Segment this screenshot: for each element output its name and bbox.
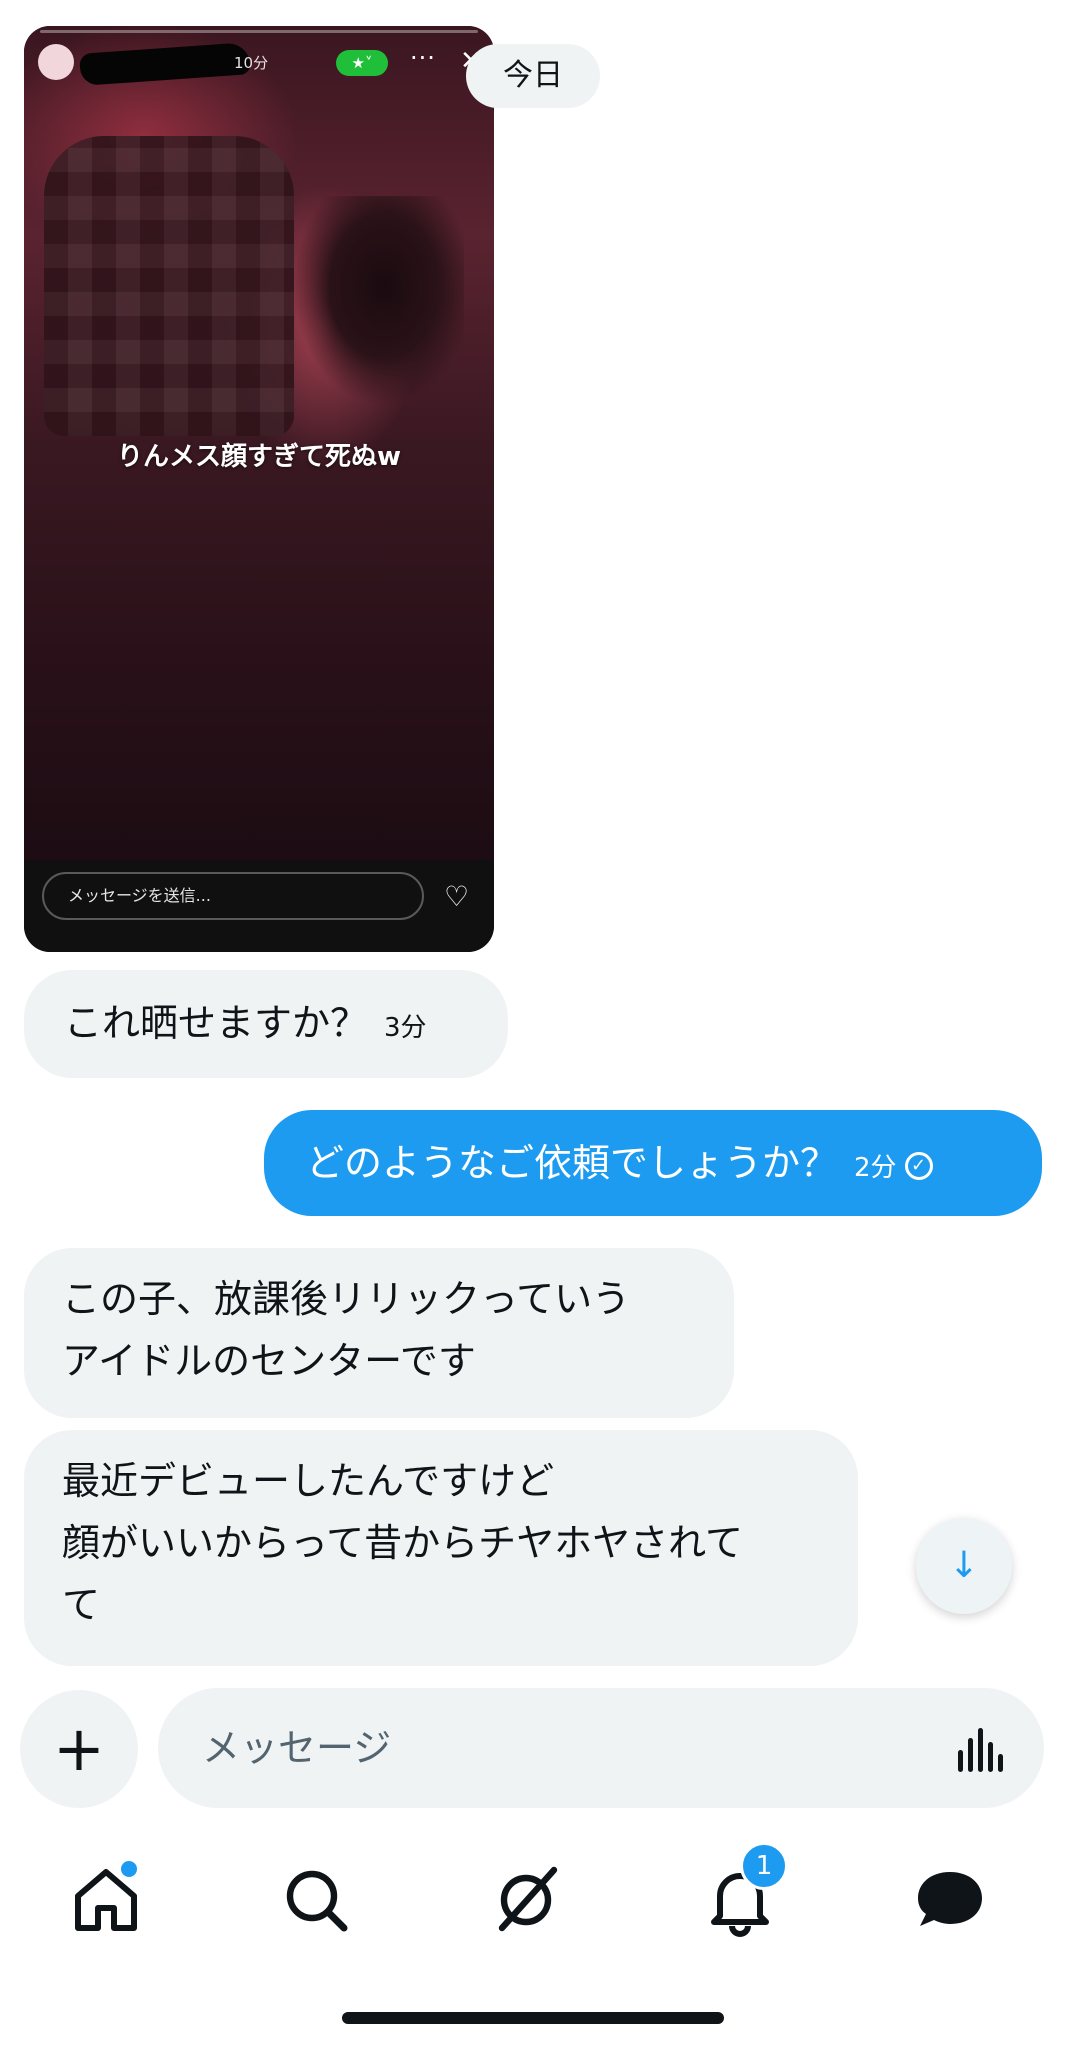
story-figure: [294, 196, 464, 556]
close-friends-star-icon: ★˅: [336, 50, 388, 76]
tab-messages[interactable]: [910, 1860, 990, 1940]
message-line: アイドルのセンターです: [62, 1339, 476, 1383]
message-text: どのようなご依頼でしょうか？: [306, 1141, 839, 1185]
arrow-down-icon: ↓: [948, 1545, 980, 1586]
more-icon: ···: [410, 44, 436, 72]
avatar: [38, 44, 74, 80]
message-time: 3分: [384, 1013, 427, 1043]
search-icon: [286, 1870, 348, 1932]
heart-icon: ♡: [444, 880, 470, 913]
notification-count-badge: 1: [740, 1842, 788, 1890]
tab-grok[interactable]: [486, 1860, 566, 1940]
message-line: この子、放課後リリックっていう: [62, 1277, 631, 1321]
date-divider: 今日: [466, 44, 600, 108]
read-check-icon: ✓: [904, 1151, 933, 1180]
story-progress-bar: [40, 30, 478, 33]
voice-message-icon[interactable]: [958, 1728, 1008, 1772]
plus-icon: +: [53, 1712, 105, 1785]
scroll-to-bottom-button[interactable]: ↓: [916, 1518, 1012, 1614]
message-bubble-incoming[interactable]: この子、放課後リリックっていう アイドルのセンターです: [24, 1248, 734, 1418]
message-text: これ晒せますか？: [64, 1001, 369, 1045]
home-indicator: [342, 2012, 724, 2024]
message-placeholder: メッセージ: [202, 1726, 392, 1770]
story-footer: メッセージを送信... ♡: [24, 860, 494, 952]
tab-home[interactable]: [66, 1858, 146, 1940]
tab-notifications[interactable]: 1: [700, 1842, 788, 1940]
shared-story-card[interactable]: 10分 ★˅ ··· ✕ りんメス顔すぎて死ぬw メッセージを送信... ♡: [24, 26, 494, 952]
message-bubble-incoming[interactable]: 最近デビューしたんですけど 顔がいいからって昔からチヤホヤされて て: [24, 1430, 858, 1666]
add-attachment-button[interactable]: +: [20, 1690, 138, 1808]
message-line: 最近デビューしたんですけど: [62, 1459, 555, 1503]
story-time: 10分: [234, 54, 269, 72]
message-line: 顔がいいからって昔からチヤホヤされて: [62, 1521, 743, 1565]
story-caption: りんメス顔すぎて死ぬw: [116, 442, 402, 472]
tab-search[interactable]: [276, 1860, 356, 1940]
mosaic-blur: [44, 136, 294, 436]
message-line: て: [62, 1583, 101, 1627]
bottom-tab-bar: 1: [0, 1840, 1066, 1950]
grok-icon: [498, 1866, 558, 1932]
redacted-username: [79, 42, 251, 86]
new-content-dot: [118, 1858, 140, 1880]
message-input[interactable]: メッセージ: [158, 1688, 1044, 1808]
story-header: 10分 ★˅ ··· ✕: [24, 26, 494, 106]
message-bubble-icon: [918, 1872, 982, 1926]
message-bubble-incoming[interactable]: これ晒せますか？ 3分: [24, 970, 508, 1078]
message-bubble-outgoing[interactable]: どのようなご依頼でしょうか？ 2分 ✓: [264, 1110, 1042, 1216]
story-reply-field: メッセージを送信...: [42, 872, 424, 920]
message-time: 2分: [854, 1153, 897, 1183]
